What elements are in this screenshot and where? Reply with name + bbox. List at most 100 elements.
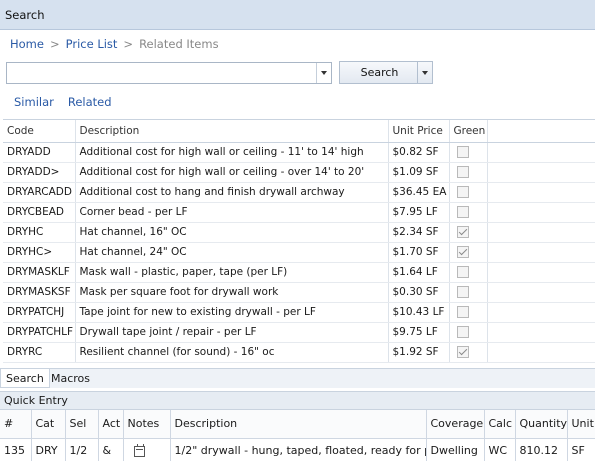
result-description-cell[interactable]: Additional cost for high wall or ceiling…: [75, 162, 389, 183]
result-code-cell[interactable]: DRYCBEAD: [3, 202, 76, 223]
qe-num-cell[interactable]: 135: [0, 438, 32, 461]
result-code-cell[interactable]: DRYADD>: [3, 162, 76, 183]
green-checkbox[interactable]: [456, 306, 469, 318]
result-code-cell[interactable]: DRYADD: [3, 142, 76, 163]
qe-column-description[interactable]: Description: [170, 410, 427, 439]
result-description-cell[interactable]: Resilient channel (for sound) - 16" oc: [75, 342, 389, 363]
result-description-cell[interactable]: Hat channel, 16" OC: [75, 222, 389, 243]
qe-column-cat[interactable]: Cat: [31, 410, 66, 439]
green-checkbox[interactable]: [456, 226, 469, 238]
qe-calc-cell[interactable]: WC: [484, 438, 516, 461]
qe-description-cell[interactable]: 1/2" drywall - hung, taped, floated, rea…: [170, 438, 427, 461]
result-code-cell[interactable]: DRYARCADD: [3, 182, 76, 203]
result-description-cell[interactable]: Mask wall - plastic, paper, tape (per LF…: [75, 262, 389, 283]
qe-act-cell[interactable]: &: [98, 438, 124, 461]
search-history-dropdown[interactable]: [316, 63, 331, 83]
result-unit-price-cell[interactable]: $1.92 SF: [388, 342, 450, 363]
result-description-cell[interactable]: Hat channel, 24" OC: [75, 242, 389, 263]
qe-column-coverage[interactable]: Coverage: [426, 410, 485, 439]
column-header-unit-price[interactable]: Unit Price: [388, 120, 450, 143]
qe-column-unit[interactable]: Unit: [567, 410, 595, 439]
column-header-green[interactable]: Green: [449, 120, 488, 143]
result-unit-price-cell[interactable]: $7.95 LF: [388, 202, 450, 223]
qe-unit-cell[interactable]: SF: [567, 438, 595, 461]
tab-similar[interactable]: Similar: [14, 95, 54, 109]
green-checkbox[interactable]: [456, 206, 469, 218]
qe-cat-cell[interactable]: DRY: [31, 438, 66, 461]
search-input[interactable]: [7, 63, 317, 83]
tab-macros[interactable]: Macros: [46, 369, 95, 388]
result-unit-price-cell[interactable]: $2.34 SF: [388, 222, 450, 243]
search-combobox[interactable]: [6, 62, 332, 84]
result-code-cell[interactable]: DRYPATCHLF: [3, 322, 76, 343]
tab-search[interactable]: Search: [0, 369, 50, 388]
result-row[interactable]: DRYARCADD Additional cost to hang and fin…: [3, 182, 595, 203]
result-code-cell[interactable]: DRYHC: [3, 222, 76, 243]
result-code-cell[interactable]: DRYPATCHJ: [3, 302, 76, 323]
green-checkbox[interactable]: [456, 166, 469, 178]
result-code-cell[interactable]: DRYHC>: [3, 242, 76, 263]
result-unit-price-cell[interactable]: $1.09 SF: [388, 162, 450, 183]
green-checkbox[interactable]: [456, 266, 469, 278]
result-description-cell[interactable]: Tape joint for new to existing drywall -…: [75, 302, 389, 323]
result-unit-price-cell[interactable]: $0.30 SF: [388, 282, 450, 303]
search-options-dropdown[interactable]: [417, 62, 432, 83]
quick-entry-row[interactable]: 135 DRY 1/2 & 1/2" drywall - hung, taped…: [0, 438, 595, 461]
result-description-cell[interactable]: Mask per square foot for drywall work: [75, 282, 389, 303]
result-row[interactable]: DRYADD> Additional cost for high wall or …: [3, 162, 595, 183]
result-unit-price-cell[interactable]: $36.45 EA: [388, 182, 450, 203]
qe-coverage-cell[interactable]: Dwelling: [426, 438, 485, 461]
result-row[interactable]: DRYHC Hat channel, 16" OC $2.34 SF: [3, 222, 595, 243]
result-unit-price-cell[interactable]: $1.64 LF: [388, 262, 450, 283]
green-checkbox[interactable]: [456, 286, 469, 298]
qe-column-calc[interactable]: Calc: [484, 410, 516, 439]
result-green-cell: [449, 302, 488, 323]
result-code-cell[interactable]: DRYMASKSF: [3, 282, 76, 303]
result-description-cell[interactable]: Additional cost to hang and finish drywa…: [75, 182, 389, 203]
qe-column-notes[interactable]: Notes: [123, 410, 171, 439]
breadcrumb-price-list[interactable]: Price List: [66, 37, 118, 51]
green-checkbox[interactable]: [456, 246, 469, 258]
result-unit-price-cell[interactable]: $9.75 LF: [388, 322, 450, 343]
result-description-cell[interactable]: Corner bead - per LF: [75, 202, 389, 223]
result-code-cell[interactable]: DRYRC: [3, 342, 76, 363]
search-button[interactable]: Search: [340, 66, 419, 79]
tab-related[interactable]: Related: [68, 95, 112, 109]
breadcrumb-separator: >: [49, 37, 60, 51]
result-row[interactable]: DRYPATCHJ Tape joint for new to existing …: [3, 302, 595, 323]
result-code-cell[interactable]: DRYMASKLF: [3, 262, 76, 283]
result-row[interactable]: DRYHC> Hat channel, 24" OC $1.70 SF: [3, 242, 595, 263]
result-row[interactable]: DRYPATCHLF Drywall tape joint / repair - …: [3, 322, 595, 343]
column-header-description[interactable]: Description: [75, 120, 389, 143]
result-row[interactable]: DRYCBEAD Corner bead - per LF $7.95 LF: [3, 202, 595, 223]
result-description-cell[interactable]: Drywall tape joint / repair - per LF: [75, 322, 389, 343]
qe-column-sel[interactable]: Sel: [65, 410, 99, 439]
green-checkbox[interactable]: [456, 346, 469, 358]
result-filler-cell: [487, 202, 595, 223]
green-checkbox[interactable]: [456, 146, 469, 158]
window-title: Search: [5, 8, 45, 22]
notepad-icon[interactable]: [133, 443, 145, 457]
qe-column-quantity[interactable]: Quantity: [515, 410, 568, 439]
result-unit-price-cell[interactable]: $10.43 LF: [388, 302, 450, 323]
qe-notes-cell[interactable]: [123, 438, 171, 461]
column-header-code[interactable]: Code: [3, 120, 76, 143]
result-row[interactable]: DRYMASKSF Mask per square foot for drywal…: [3, 282, 595, 303]
result-filler-cell: [487, 342, 595, 363]
result-unit-price-cell[interactable]: $1.70 SF: [388, 242, 450, 263]
result-row[interactable]: DRYMASKLF Mask wall - plastic, paper, tap…: [3, 262, 595, 283]
results-grid: Code Description Unit Price Green DRYADD…: [3, 119, 595, 367]
result-row[interactable]: DRYRC Resilient channel (for sound) - 16"…: [3, 342, 595, 363]
quick-entry-header-row: # Cat Sel Act Notes Description Coverage…: [0, 410, 595, 439]
result-description-cell[interactable]: Additional cost for high wall or ceiling…: [75, 142, 389, 163]
green-checkbox[interactable]: [456, 326, 469, 338]
qe-column-num[interactable]: #: [0, 410, 32, 439]
result-row[interactable]: DRYADD Additional cost for high wall or c…: [3, 142, 595, 163]
qe-sel-cell[interactable]: 1/2: [65, 438, 99, 461]
breadcrumb-home[interactable]: Home: [10, 37, 44, 51]
result-filler-cell: [487, 302, 595, 323]
qe-column-act[interactable]: Act: [98, 410, 124, 439]
green-checkbox[interactable]: [456, 186, 469, 198]
result-unit-price-cell[interactable]: $0.82 SF: [388, 142, 450, 163]
qe-quantity-cell[interactable]: 810.12: [515, 438, 568, 461]
